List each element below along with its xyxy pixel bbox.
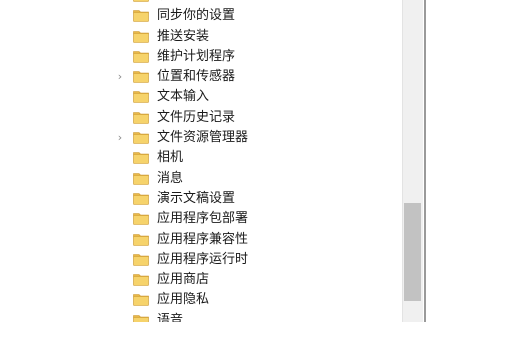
folder-icon (133, 274, 149, 286)
tree-item-label: 维护计划程序 (157, 48, 236, 64)
tree-item[interactable]: 应用程序包部署 (0, 209, 400, 229)
tree-item-label: 文件资源管理器 (157, 130, 249, 146)
folder-icon (133, 132, 149, 144)
tree-item[interactable]: 文本输入 (0, 87, 400, 107)
scroll-thumb[interactable] (404, 203, 421, 301)
folder-icon (133, 254, 149, 266)
tree-item-label: 应用程序包部署 (157, 211, 249, 227)
folder-icon (133, 213, 149, 226)
folder-icon (133, 91, 149, 104)
tree-item-label: 同步你的设置 (157, 8, 236, 24)
tree-item-label: 搜索 (157, 0, 183, 5)
folder-icon (133, 152, 149, 165)
tree-item[interactable]: 应用隐私 (0, 290, 400, 310)
tree-item-label: 应用隐私 (157, 292, 210, 308)
tree-item[interactable]: 相机 (0, 148, 400, 168)
folder-icon (133, 193, 149, 205)
tree-item-label: 推送安装 (157, 28, 210, 44)
folder-icon (133, 111, 149, 124)
tree-item-label: 文本输入 (157, 89, 210, 105)
tree-item[interactable]: 推送安装 (0, 27, 400, 47)
pane-divider[interactable] (424, 0, 426, 324)
tree-item[interactable]: › 位置和传感器 (0, 67, 400, 87)
folder-icon (133, 0, 149, 2)
chevron-right-icon[interactable]: › (116, 132, 124, 143)
tree-item-label: 相机 (157, 150, 184, 166)
folder-icon (133, 71, 149, 83)
tree-item[interactable]: 消息 (0, 169, 400, 189)
tree-item[interactable]: 维护计划程序 (0, 47, 400, 67)
tree-item-label: 文件历史记录 (157, 109, 236, 125)
tree-item-label: 应用程序兼容性 (157, 231, 249, 247)
tree-item-label: 应用商店 (157, 272, 210, 288)
tree-item-label: 消息 (157, 170, 184, 186)
bottom-area (0, 322, 527, 338)
vertical-scrollbar[interactable] (402, 0, 423, 324)
tree-item[interactable]: 演示文稿设置 (0, 189, 400, 209)
folder-icon (133, 172, 149, 185)
folder-icon (133, 51, 149, 63)
tree-item-label: 位置和传感器 (157, 69, 236, 85)
tree-item[interactable]: › 文件资源管理器 (0, 128, 400, 148)
tree-item[interactable]: 应用程序运行时 (0, 250, 400, 270)
folder-icon (133, 10, 149, 23)
tree-item[interactable]: 同步你的设置 (0, 6, 400, 26)
chevron-right-icon[interactable]: › (116, 71, 124, 82)
folder-icon (133, 30, 149, 43)
tree-item-label: 应用程序运行时 (157, 251, 249, 267)
group-policy-window: 搜索同步你的设置推送安装维护计划程序 › 位置和传感器文本输入文件历史记录 › 文件资源… (0, 0, 527, 338)
folder-icon (133, 294, 149, 307)
tree-item-label: 演示文稿设置 (157, 190, 236, 206)
tree-item[interactable]: 应用程序兼容性 (0, 230, 400, 250)
folder-icon (133, 233, 149, 246)
tree-item[interactable]: 文件历史记录 (0, 108, 400, 128)
folder-tree: 搜索同步你的设置推送安装维护计划程序 › 位置和传感器文本输入文件历史记录 › 文件资源… (0, 0, 400, 338)
tree-item[interactable]: 应用商店 (0, 270, 400, 290)
